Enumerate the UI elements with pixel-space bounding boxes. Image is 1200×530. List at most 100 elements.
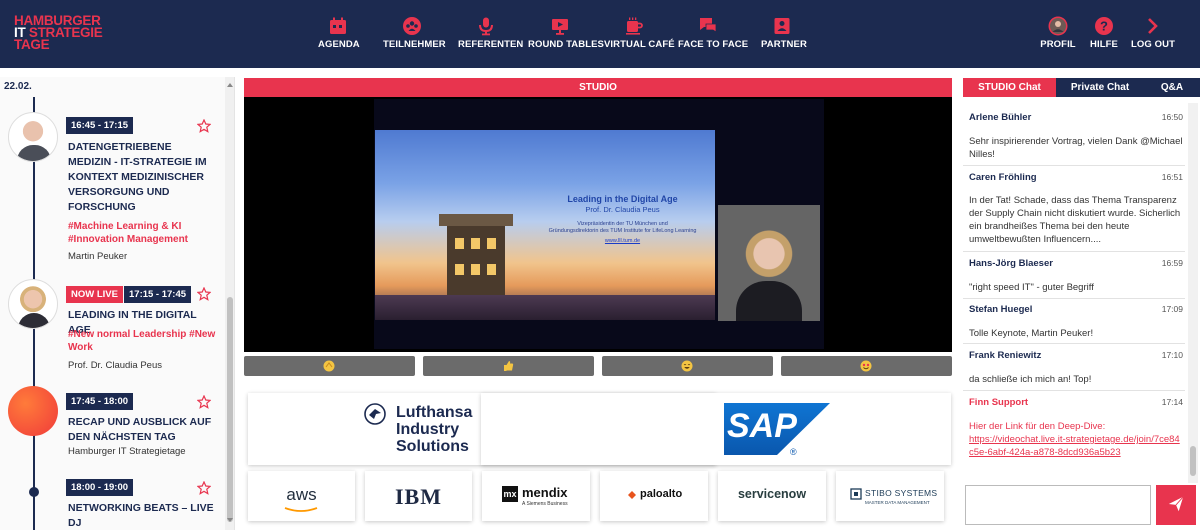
chat-timestamp: 17:09 — [1161, 304, 1183, 314]
microphone-icon — [479, 17, 493, 36]
partner-badge-icon — [774, 18, 790, 34]
nav-face-to-face-label: FACE TO FACE — [678, 39, 749, 50]
sponsor-stibo[interactable]: STIBO SYSTEMS MASTER DATA MANAGEMENT — [836, 471, 944, 521]
scroll-down-arrow-icon[interactable] — [227, 518, 233, 522]
favorite-star-icon[interactable] — [197, 119, 211, 133]
session-time-badge: 18:00 - 19:00 — [66, 479, 134, 496]
nav-profil[interactable]: PROFIL — [1040, 16, 1076, 56]
chat-message-input[interactable] — [965, 485, 1151, 525]
chat-divider — [963, 165, 1185, 166]
chat-author-support: Finn Support — [969, 397, 1029, 408]
paper-plane-icon — [1168, 496, 1184, 511]
presentation-slide: Leading in the Digital Age Prof. Dr. Cla… — [375, 130, 715, 320]
agenda-scrollbar-thumb[interactable] — [227, 297, 233, 522]
aws-logo-text: aws — [286, 485, 317, 504]
speaker-avatar — [8, 279, 58, 329]
deep-dive-link[interactable]: https://videochat.live.it-strategietage.… — [969, 433, 1183, 459]
lufthansa-line-2: Industry — [396, 421, 460, 438]
sponsor-servicenow[interactable]: servicenow — [718, 471, 826, 521]
chat-scrollbar[interactable] — [1188, 103, 1198, 483]
mendix-logo-text: mendix — [522, 485, 568, 500]
nav-hilfe-label: HILFE — [1090, 39, 1118, 50]
nav-face-to-face[interactable]: FACE TO FACE — [678, 16, 749, 56]
stibo-logo-icon — [850, 488, 862, 500]
coffee-icon — [626, 17, 643, 35]
speaker-avatar — [8, 112, 58, 162]
chat-scrollbar-thumb[interactable] — [1190, 446, 1196, 476]
session-avatar-placeholder — [8, 386, 58, 436]
tab-studio-chat[interactable]: STUDIO Chat — [963, 78, 1056, 97]
top-navigation-bar: HAMBURGER IT STRATEGIE TAGE AGENDA TEILN… — [0, 0, 1200, 68]
event-logo[interactable]: HAMBURGER IT STRATEGIE TAGE — [14, 14, 109, 52]
sponsor-mendix[interactable]: mx mendix A Siemens Business — [482, 471, 590, 521]
agenda-date: 22.02. — [4, 81, 32, 92]
agenda-session[interactable]: 18:00 - 19:00 NETWORKING BEATS – LIVE DJ — [0, 475, 225, 530]
tower-window — [487, 264, 496, 275]
reaction-laugh-button[interactable] — [602, 356, 773, 376]
chevron-right-icon — [1148, 18, 1158, 34]
nav-log-out-label: LOG OUT — [1131, 39, 1175, 50]
chat-message-intro: Hier der Link für den Deep-Dive: — [969, 421, 1106, 432]
tower-window — [487, 238, 496, 249]
slide-affiliation-line-2: Gründungsdirektorin des TUM Institute fo… — [548, 228, 697, 234]
nav-partner[interactable]: PARTNER — [761, 16, 807, 56]
clapping-hands-icon — [323, 360, 335, 372]
chat-author: Stefan Huegel — [969, 304, 1033, 315]
lufthansa-logo-text: Lufthansa Industry Solutions — [396, 404, 472, 455]
nav-referenten[interactable]: REFERENTEN — [458, 16, 524, 56]
nav-log-out[interactable]: LOG OUT — [1131, 16, 1175, 56]
chat-timestamp: 16:50 — [1161, 112, 1183, 122]
sponsor-paloalto[interactable]: paloalto — [600, 471, 708, 521]
agenda-session[interactable]: NOW LIVE 17:15 - 17:45 LEADING IN THE DI… — [0, 277, 225, 377]
chat-divider — [963, 343, 1185, 344]
nav-referenten-label: REFERENTEN — [458, 39, 524, 50]
logo-line-3: TAGE — [14, 37, 50, 52]
nav-hilfe[interactable]: ? HILFE — [1089, 16, 1119, 56]
nav-virtual-cafe[interactable]: VIRTUAL CAFÉ — [604, 16, 675, 56]
nav-round-tables[interactable]: ROUND TABLES — [528, 16, 604, 56]
favorite-star-icon[interactable] — [197, 481, 211, 495]
video-player[interactable]: Leading in the Digital Age Prof. Dr. Cla… — [244, 97, 952, 352]
registered-mark-icon: ® — [790, 447, 797, 457]
tower-window — [455, 264, 464, 275]
reaction-heart-eyes-button[interactable] — [781, 356, 952, 376]
favorite-star-icon[interactable] — [197, 395, 211, 409]
laughing-face-icon — [681, 360, 693, 372]
help-icon: ? — [1095, 17, 1113, 35]
tab-qa[interactable]: Q&A — [1144, 78, 1200, 97]
reaction-thumbs-up-button[interactable] — [423, 356, 594, 376]
nav-teilnehmer-label: TEILNEHMER — [383, 39, 446, 50]
scroll-up-arrow-icon[interactable] — [227, 83, 233, 87]
speaker-webcam — [718, 205, 820, 321]
chat-timestamp: 16:51 — [1161, 172, 1183, 182]
chat-author: Arlene Bühler — [969, 112, 1032, 123]
session-title: NETWORKING BEATS – LIVE DJ — [68, 502, 214, 529]
tower-window — [471, 264, 480, 275]
nav-virtual-cafe-label: VIRTUAL CAFÉ — [604, 39, 675, 50]
chat-message-text: In der Tat! Schade, dass das Thema Trans… — [969, 195, 1181, 245]
stibo-subtitle: MASTER DATA MANAGEMENT — [865, 500, 930, 505]
mendix-subtitle: A Siemens Business — [522, 501, 568, 507]
agenda-panel: 22.02. 16:45 - 17:15 DATENGETRIEBENE MED… — [0, 77, 235, 530]
nav-profil-label: PROFIL — [1040, 39, 1076, 50]
chat-message-text: "right speed IT" - guter Begriff — [969, 282, 1094, 293]
agenda-session[interactable]: 16:45 - 17:15 DATENGETRIEBENE MEDIZIN - … — [0, 107, 225, 267]
favorite-star-icon[interactable] — [197, 287, 211, 301]
mendix-mx-icon: mx — [502, 486, 518, 502]
slide-link: www.lll.tum.de — [604, 238, 641, 244]
paloalto-logo-text: paloalto — [640, 488, 683, 500]
people-icon — [403, 17, 421, 35]
chat-message-text: Hier der Link für den Deep-Dive: https:/… — [969, 420, 1183, 459]
tab-private-chat[interactable]: Private Chat — [1056, 78, 1144, 97]
slide-title: Leading in the Digital Age — [567, 194, 678, 204]
calendar-icon — [330, 17, 346, 34]
reaction-clap-button[interactable] — [244, 356, 415, 376]
sponsor-aws[interactable]: aws — [248, 471, 355, 521]
nav-agenda[interactable]: AGENDA — [318, 16, 360, 56]
nav-teilnehmer[interactable]: TEILNEHMER — [383, 16, 446, 56]
chat-send-button[interactable] — [1156, 485, 1196, 525]
chat-bubbles-icon — [700, 18, 717, 33]
agenda-session[interactable]: 17:45 - 18:00 RECAP UND AUSBLICK AUF DEN… — [0, 383, 225, 463]
sponsor-ibm[interactable]: IBM — [365, 471, 472, 521]
sponsor-sap[interactable]: SAP ® — [481, 393, 951, 465]
